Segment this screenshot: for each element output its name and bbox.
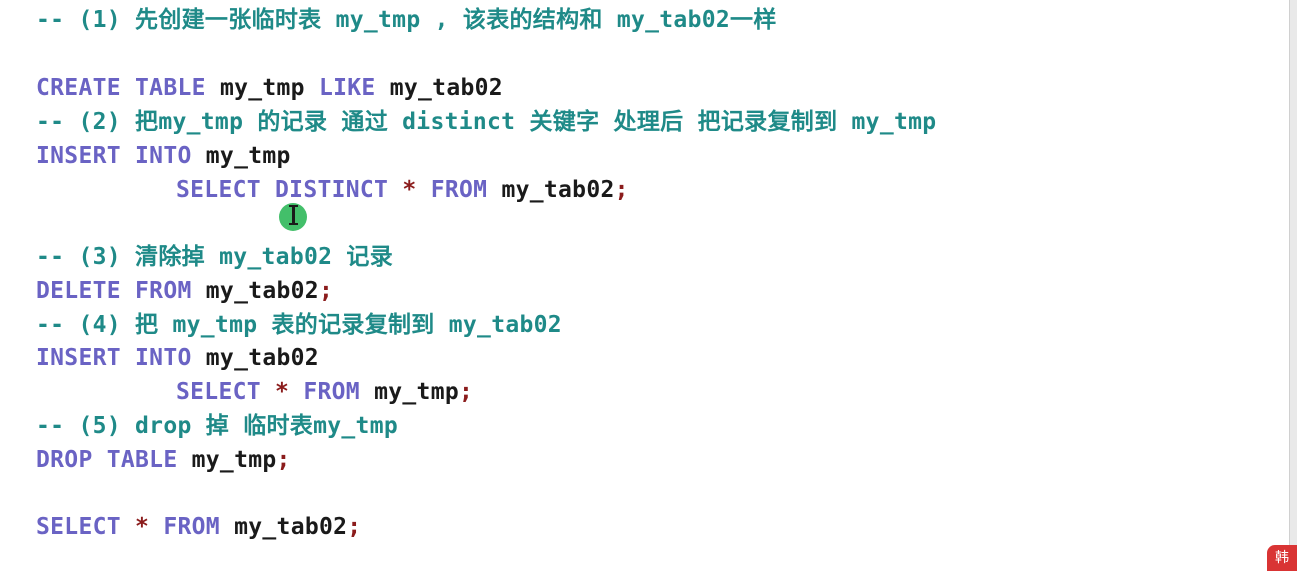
identifier: my_tab02 [205, 278, 319, 304]
code-editor[interactable]: -- (1) 先创建一张临时表 my_tmp , 该表的结构和 my_tab02… [0, 0, 1290, 571]
vertical-scrollbar[interactable] [1289, 0, 1297, 571]
keyword: FROM [303, 379, 360, 405]
comment-line-4: -- (4) 把 my_tmp 表的记录复制到 my_tab02 [36, 312, 562, 338]
code-line-select-from-tmp: SELECT * FROM my_tmp; [176, 377, 473, 407]
keyword: FROM [430, 177, 488, 203]
comment-line-1: -- (1) 先创建一张临时表 my_tmp , 该表的结构和 my_tab02… [36, 7, 777, 33]
identifier: my_tab02 [501, 177, 615, 203]
identifier: my_tmp [374, 379, 459, 405]
identifier: my_tmp [191, 447, 277, 473]
i-beam-cursor-icon [289, 205, 298, 225]
keyword: INSERT INTO [36, 345, 192, 371]
keyword: INSERT INTO [36, 143, 192, 169]
semicolon: ; [614, 177, 629, 203]
comment-line-3: -- (3) 清除掉 my_tab02 记录 [36, 244, 394, 270]
identifier: my_tab02 [205, 345, 319, 371]
code-line-create-table: CREATE TABLE my_tmp LIKE my_tab02 [36, 73, 503, 103]
keyword: LIKE [318, 75, 376, 101]
code-line-insert-into-tab02: INSERT INTO my_tab02 [36, 343, 319, 373]
operator: * [135, 514, 150, 540]
code-line-delete-from: DELETE FROM my_tab02; [36, 276, 333, 306]
keyword: SELECT DISTINCT [176, 177, 389, 203]
keyword: CREATE TABLE [36, 75, 206, 101]
keyword: SELECT [36, 514, 121, 540]
code-line-drop-table: DROP TABLE my_tmp; [36, 445, 291, 475]
keyword: FROM [163, 514, 220, 540]
keyword: SELECT [176, 379, 261, 405]
identifier: my_tab02 [234, 514, 348, 540]
operator: * [402, 177, 417, 203]
semicolon: ; [318, 278, 334, 304]
comment-line-2: -- (2) 把my_tmp 的记录 通过 distinct 关键字 处理后 把… [36, 109, 937, 135]
identifier: my_tmp [219, 75, 305, 101]
semicolon: ; [276, 447, 291, 473]
code-line-select-distinct: SELECT DISTINCT * FROM my_tab02; [176, 175, 629, 205]
identifier: my_tab02 [389, 75, 503, 101]
semicolon: ; [347, 514, 362, 540]
operator: * [275, 379, 290, 405]
keyword: DROP TABLE [36, 447, 178, 473]
keyword: DELETE FROM [36, 278, 192, 304]
identifier: my_tmp [205, 143, 291, 169]
semicolon: ; [459, 379, 474, 405]
badge-text: 韩 [1275, 550, 1289, 566]
code-line-insert-into-tmp: INSERT INTO my_tmp [36, 141, 291, 171]
corner-badge[interactable]: 韩 [1267, 545, 1297, 571]
code-line-final-select: SELECT * FROM my_tab02; [36, 512, 361, 542]
comment-line-5: -- (5) drop 掉 临时表my_tmp [36, 413, 398, 439]
